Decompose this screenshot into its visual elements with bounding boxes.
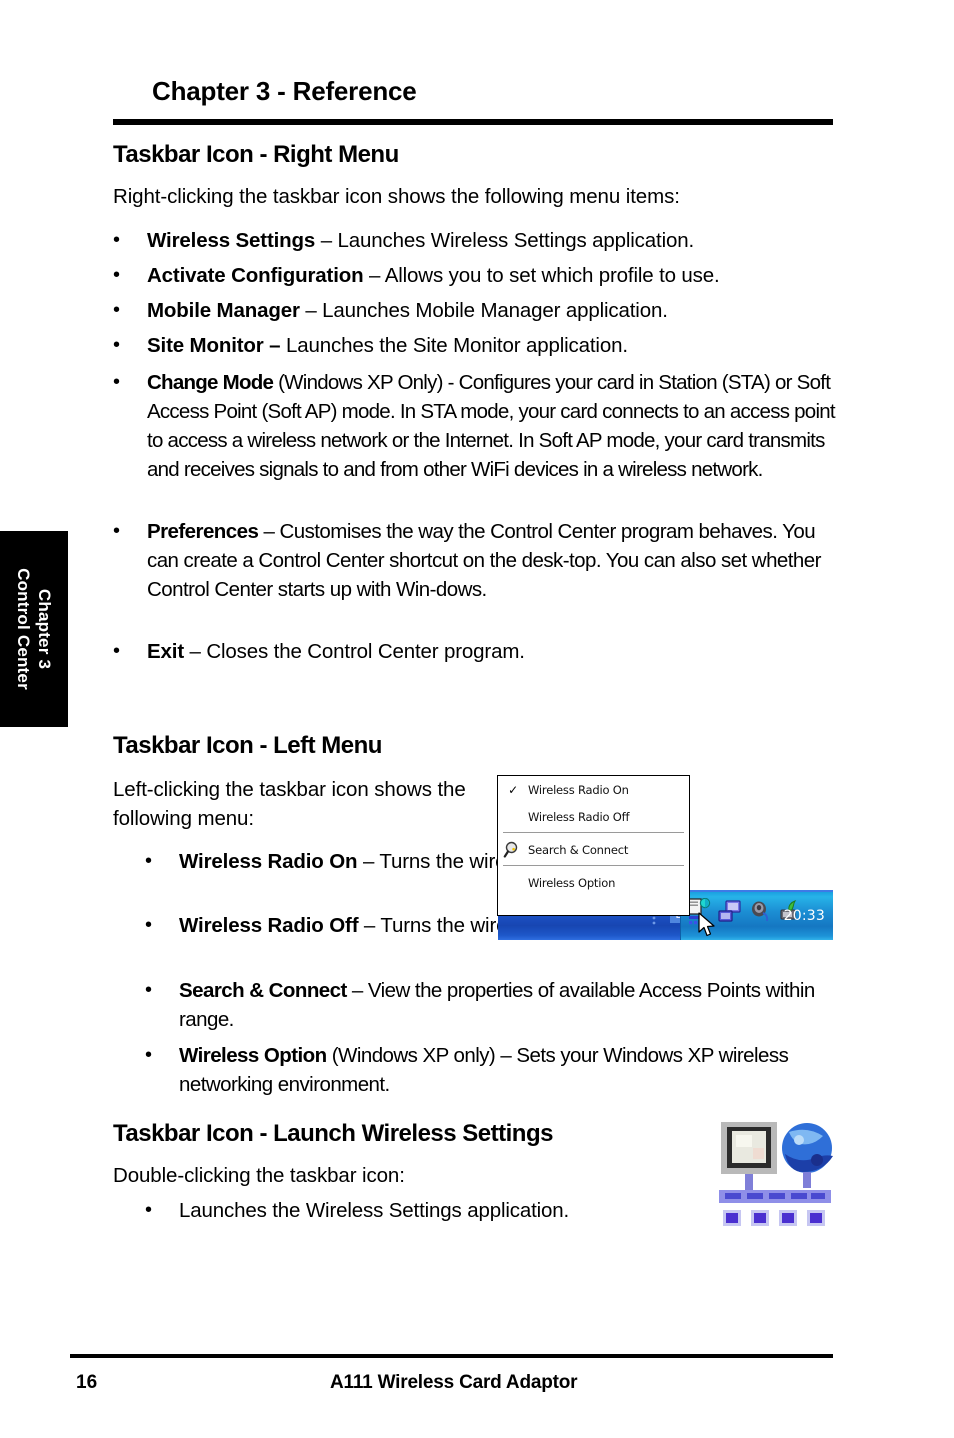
chapter-title: Chapter 3 - Reference <box>152 76 417 106</box>
list-item-text: – Closes the Control Center program. <box>184 640 525 663</box>
side-tab-line-2: Control Center <box>14 568 33 690</box>
volume-tray-icon[interactable] <box>749 900 773 929</box>
list-item-text: Launches the Wireless Settings applicati… <box>179 1199 570 1222</box>
bullet-glyph: • <box>145 914 152 936</box>
chapter-side-tab: Chapter 3 Control Center <box>0 531 68 727</box>
mouse-cursor-icon <box>698 912 718 940</box>
document-page: Chapter 3 - Reference Taskbar Icon - Rig… <box>0 0 954 1438</box>
checkmark-icon: ✓ <box>508 782 518 797</box>
list-item-text: Launches the Site Monitor application. <box>280 334 628 357</box>
list-item-term: Mobile Manager <box>147 299 300 322</box>
list-item-term: Search & Connect <box>179 979 347 1002</box>
menu-item-label: Wireless Option <box>528 875 616 890</box>
list-item-term: Wireless Radio Off <box>179 914 359 937</box>
bullet-glyph: • <box>145 979 152 1001</box>
bullet-glyph: • <box>113 229 120 251</box>
list-item: • Wireless Option (Windows XP only) – Se… <box>145 1041 845 1099</box>
list-item-term: Wireless Settings <box>147 229 316 252</box>
network-connections-tray-icon[interactable] <box>718 900 744 929</box>
list-item-term: Change Mode <box>147 371 274 394</box>
menu-separator <box>503 832 684 833</box>
bullet-glyph: • <box>113 299 120 321</box>
document-title: A111 Wireless Card Adaptor <box>330 1372 578 1393</box>
list-item-term: Wireless Option <box>179 1044 327 1067</box>
list-item-text: – Launches Mobile Manager application. <box>299 299 668 322</box>
menu-item-wireless-radio-on[interactable]: ✓ Wireless Radio On <box>498 776 689 803</box>
page-number: 16 <box>76 1372 98 1393</box>
bullet-glyph: • <box>113 334 120 356</box>
bullet-glyph: • <box>145 1044 152 1066</box>
list-item-term: Activate Configuration <box>147 264 364 287</box>
list-item: • Mobile Manager – Launches Mobile Manag… <box>113 296 853 325</box>
windows-popup-menu-screenshot: ✓ Wireless Radio On Wireless Radio Off S… <box>497 775 690 916</box>
menu-item-search-and-connect[interactable]: Search & Connect <box>498 836 689 863</box>
heading-left-menu: Taskbar Icon - Left Menu <box>113 732 382 759</box>
menu-item-label: Wireless Radio Off <box>528 809 630 824</box>
list-item: • Activate Configuration – Allows you to… <box>113 261 853 290</box>
intro-right-menu: Right-clicking the taskbar icon shows th… <box>113 185 680 208</box>
list-item: • Launches the Wireless Settings applica… <box>145 1196 745 1225</box>
bullet-glyph: • <box>113 371 120 393</box>
side-tab-line-1: Chapter 3 <box>35 588 54 670</box>
list-item: • Site Monitor – Launches the Site Monit… <box>113 331 853 360</box>
list-item-term: Wireless Radio On <box>179 850 358 873</box>
heading-launch-wireless-settings: Taskbar Icon - Launch Wireless Settings <box>113 1120 553 1147</box>
list-item: • Exit – Closes the Control Center progr… <box>113 637 853 666</box>
intro-launch-wireless-settings: Double-clicking the taskbar icon: <box>113 1164 405 1187</box>
list-item: • Preferences – Customises the way the C… <box>113 517 843 604</box>
bullet-glyph: • <box>145 1199 152 1221</box>
list-item-text: – Launches Wireless Settings application… <box>315 229 695 252</box>
list-item: • Change Mode (Windows XP Only) - Config… <box>113 368 838 484</box>
menu-item-wireless-radio-off[interactable]: Wireless Radio Off <box>498 803 689 830</box>
menu-separator <box>503 865 684 866</box>
bullet-glyph: • <box>113 264 120 286</box>
list-item-term: Site Monitor – <box>147 334 281 357</box>
taskbar-clock[interactable]: 20:33 <box>784 908 825 924</box>
list-item-text: – Allows you to set which profile to use… <box>363 264 720 287</box>
bullet-glyph: • <box>145 850 152 872</box>
bullet-glyph: • <box>113 520 120 542</box>
magnifier-icon <box>498 840 528 860</box>
list-item: • Wireless Settings – Launches Wireless … <box>113 226 853 255</box>
list-item-term: Exit <box>147 640 184 663</box>
wireless-settings-application-icon <box>717 1118 833 1228</box>
menu-item-label: Wireless Radio On <box>528 782 629 797</box>
heading-right-menu: Taskbar Icon - Right Menu <box>113 141 399 168</box>
bullet-glyph: • <box>113 640 120 662</box>
list-item-term: Preferences <box>147 520 259 543</box>
menu-item-label: Search & Connect <box>528 842 629 857</box>
intro-left-menu: Left-clicking the taskbar icon shows the… <box>113 778 466 830</box>
list-item: • Wireless Radio On – Turns the wireless… <box>145 847 845 876</box>
footer-divider <box>70 1354 833 1358</box>
menu-item-wireless-option[interactable]: Wireless Option <box>498 869 689 896</box>
chapter-side-tab-text: Chapter 3 Control Center <box>13 568 55 690</box>
list-item: • Search & Connect – View the properties… <box>145 976 845 1034</box>
header-divider <box>113 119 833 125</box>
